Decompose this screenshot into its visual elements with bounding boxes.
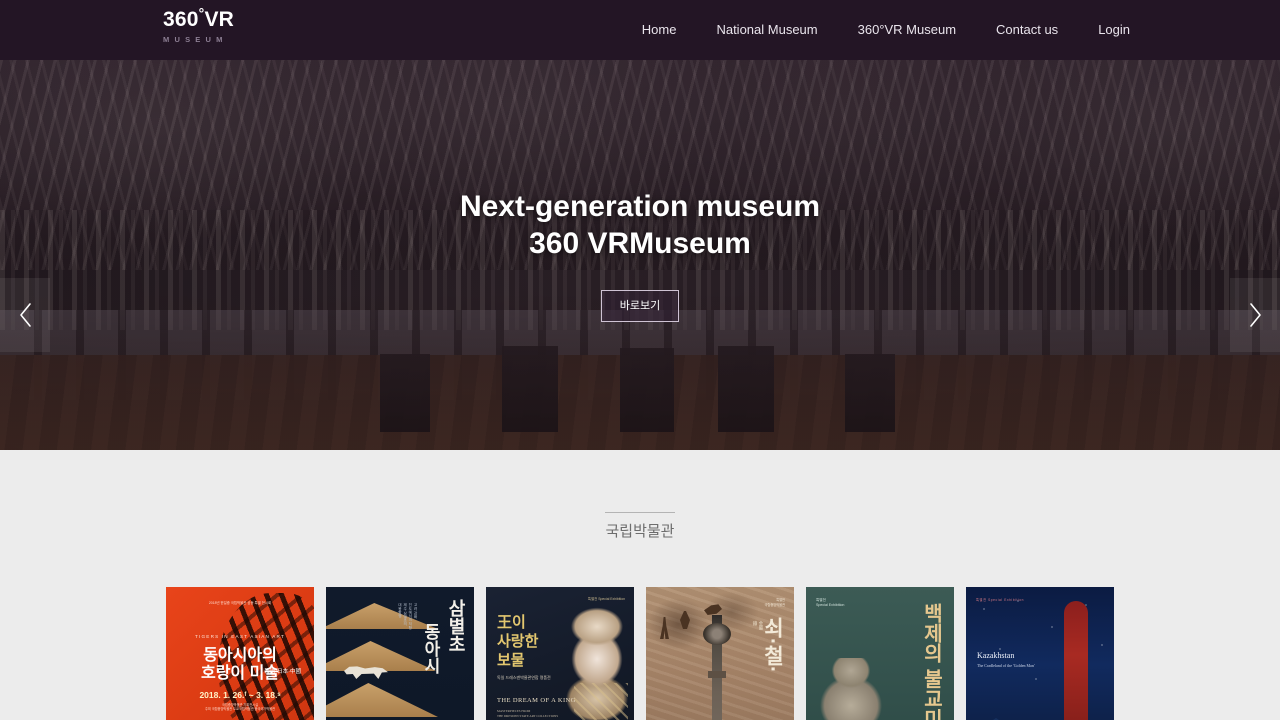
poster-header-note: 특별전 Special Exhibition <box>587 597 625 601</box>
poster-korean-column-2: 동아시 <box>421 623 440 674</box>
chevron-right-icon <box>1248 302 1263 328</box>
section-header: 국립박물관 <box>0 512 1280 541</box>
hero-carousel: Next-generation museum 360 VRMuseum 바로보기 <box>0 60 1280 450</box>
buddha-statue-illustration <box>810 658 892 720</box>
roof-illustration <box>326 683 438 717</box>
poster-header-note: 특별전 국립중앙박물관 <box>764 598 785 607</box>
starry-sky-illustration <box>966 587 1114 707</box>
hero-title-line-1: Next-generation museum <box>459 190 821 223</box>
hero-cta-button[interactable]: 바로보기 <box>600 290 680 322</box>
poster-date: 2018. 1. 26.ᶠ ~ 3. 18.ˢ <box>199 690 281 700</box>
poster-list: 2018년 한일중 국립박물관 공동 특별 전시회 TIGERS IN EAST… <box>0 587 1280 720</box>
hero-title-line-2: 360 VRMuseum <box>529 227 751 260</box>
poster-card-kazakhstan[interactable]: 특별전 Special Exhibition Kazakhstan The Cr… <box>966 587 1114 720</box>
poster-footer: 국립중앙박물관 기획전시실 주최 국립중앙박물관 도쿄국립박물관 중국국가박물관 <box>204 703 276 712</box>
nav-item-360vr-museum[interactable]: 360°VR Museum <box>838 0 976 60</box>
jewel-sparkle-detail <box>574 683 628 720</box>
nav-item-contact-us[interactable]: Contact us <box>976 0 1078 60</box>
poster-card-tiger[interactable]: 2018년 한일중 국립박물관 공동 특별 전시회 TIGERS IN EAST… <box>166 587 314 720</box>
logo-number: 360 <box>163 8 199 31</box>
poster-english-subtitle: The Cradleland of the 'Golden Man' <box>977 663 1035 668</box>
nav-item-national-museum[interactable]: National Museum <box>696 0 837 60</box>
hero-title: Next-generation museum 360 VRMuseum <box>460 188 820 262</box>
chevron-left-icon <box>18 302 33 328</box>
poster-korean-title: 쇠·철· <box>761 617 784 673</box>
section-title: 국립박물관 <box>605 512 675 541</box>
carousel-next-button[interactable] <box>1230 278 1280 352</box>
poster-korean-title: 王이 사랑한 보물 <box>497 614 539 669</box>
sword-pommel <box>703 623 731 645</box>
poster-korean-column-1: 삼별초 <box>446 599 466 653</box>
poster-subtitle: 韓國·日本·中國 <box>264 669 301 675</box>
hero-content: Next-generation museum 360 VRMuseum 바로보기 <box>0 60 1280 450</box>
logo-subtitle: MUSEUM <box>163 35 228 44</box>
poster-english-title: Kazakhstan <box>977 651 1015 660</box>
poster-english-title: TIGERS IN EAST ASIAN ART <box>195 634 285 639</box>
nav-item-login[interactable]: Login <box>1078 0 1150 60</box>
poster-korean-title: 백제의 불교미술 <box>920 603 942 720</box>
poster-english-title: THE DREAM OF A KING <box>497 697 576 704</box>
poster-top-note: 2018년 한일중 국립박물관 공동 특별 전시회 <box>208 601 272 605</box>
nav-item-home[interactable]: Home <box>622 0 697 60</box>
poster-card-dream-of-a-king[interactable]: 특별전 Special Exhibition 王이 사랑한 보물 독일 드레스덴… <box>486 587 634 720</box>
poster-english-subtitle: MASTERPIECES FROM THE DRESDEN STATE ART … <box>497 709 559 718</box>
site-header: 360°VR MUSEUM Home National Museum 360°V… <box>0 0 1280 60</box>
carousel-prev-button[interactable] <box>0 278 50 352</box>
logo-vr: VR <box>204 8 235 31</box>
national-museum-section: 국립박물관 2018년 한일중 국립박물관 공동 특별 전시회 TIGERS I… <box>0 450 1280 720</box>
poster-header-note: 특별전 Special Exhibition <box>816 598 845 608</box>
site-logo[interactable]: 360°VR MUSEUM <box>163 6 235 46</box>
poster-header-note: 특별전 Special Exhibition <box>976 598 1025 602</box>
poster-meta-text: 고려 강화 진도에서의 저항 제주 삼별초의 대몽항쟁 <box>398 603 418 630</box>
poster-card-baekje-buddhist[interactable]: 특별전 Special Exhibition 백제의 불교미술 BUDDHIST… <box>806 587 954 720</box>
logo-text: 360°VR <box>163 6 235 32</box>
poster-korean-subtitle: 독일 드레스덴박물관연합 명품전 <box>497 675 551 680</box>
poster-card-metal-iron-steel[interactable]: 특별전 국립중앙박물관 金屬 鐵 쇠·철· METAL, IRON AND ST… <box>646 587 794 720</box>
sword-guard <box>708 671 726 678</box>
red-pillar-illustration <box>1064 601 1088 720</box>
poster-card-sambyeolcho[interactable]: 三別 고려 강화 진도에서의 저항 제주 삼별초의 대몽항쟁 삼별초 동아시 <box>326 587 474 720</box>
main-navigation: Home National Museum 360°VR Museum Conta… <box>622 0 1150 60</box>
